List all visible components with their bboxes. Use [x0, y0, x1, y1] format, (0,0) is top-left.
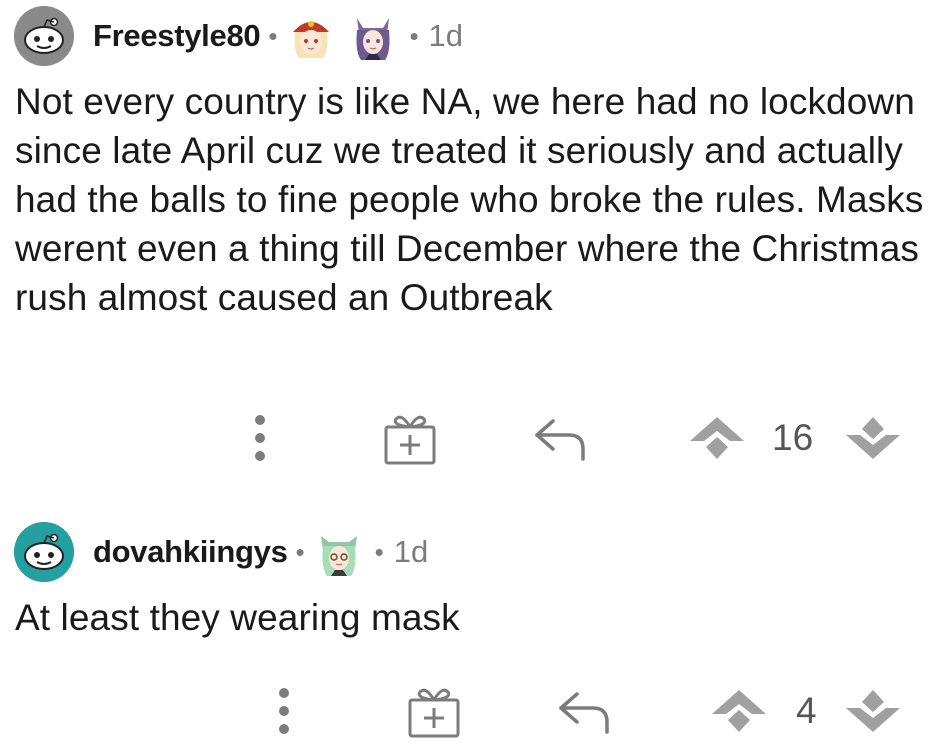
snoo-avatar-icon: [14, 522, 74, 582]
upvote-button[interactable]: [684, 403, 750, 473]
vote-count: 16: [772, 417, 814, 458]
avatar[interactable]: [14, 522, 74, 582]
avatar[interactable]: [14, 6, 74, 66]
reply-arrow-icon: [559, 692, 609, 734]
upvote-arrow-icon: [690, 417, 744, 459]
more-options-button[interactable]: [264, 676, 304, 746]
downvote-arrow-icon: [846, 417, 900, 459]
separator-dot: •: [295, 536, 305, 567]
username[interactable]: dovahkiingys: [93, 534, 288, 570]
comment-header: dovahkiingys • • 1d: [14, 522, 428, 582]
more-vertical-icon: [255, 415, 265, 461]
separator-dot: •: [268, 20, 278, 51]
comment-actions: 4: [0, 676, 929, 746]
anime-girl-purple-hair-icon: [347, 10, 400, 62]
snoo-avatar-icon: [14, 6, 74, 66]
anime-girl-green-hair-icon: [312, 526, 365, 578]
award-button[interactable]: [378, 403, 442, 473]
downvote-arrow-icon: [846, 690, 900, 732]
separator-dot: •: [374, 536, 384, 567]
comment-header: Freestyle80 • • 1d: [14, 6, 463, 66]
downvote-button[interactable]: [840, 403, 906, 473]
reply-arrow-icon: [535, 419, 585, 461]
more-options-button[interactable]: [240, 403, 280, 473]
comment-age: 1d: [393, 534, 429, 569]
user-flair: [285, 10, 409, 62]
comment-actions: 16: [0, 403, 929, 473]
comment-body: Not every country is like NA, we here ha…: [15, 81, 924, 318]
award-button[interactable]: [402, 676, 466, 746]
upvote-button[interactable]: [706, 676, 772, 746]
user-flair: [312, 526, 375, 578]
reply-button[interactable]: [552, 676, 616, 746]
reply-button[interactable]: [528, 403, 592, 473]
separator-dot: •: [409, 20, 419, 51]
more-vertical-icon: [279, 688, 289, 734]
comment-age: 1d: [428, 18, 464, 53]
gift-icon: [408, 688, 460, 738]
upvote-arrow-icon: [712, 690, 766, 732]
downvote-button[interactable]: [840, 676, 906, 746]
comment-body: At least they wearing mask: [15, 597, 460, 638]
gift-icon: [384, 415, 436, 465]
vote-count: 4: [796, 690, 817, 731]
username[interactable]: Freestyle80: [93, 18, 261, 54]
anime-girl-red-hat-icon: [285, 10, 338, 62]
